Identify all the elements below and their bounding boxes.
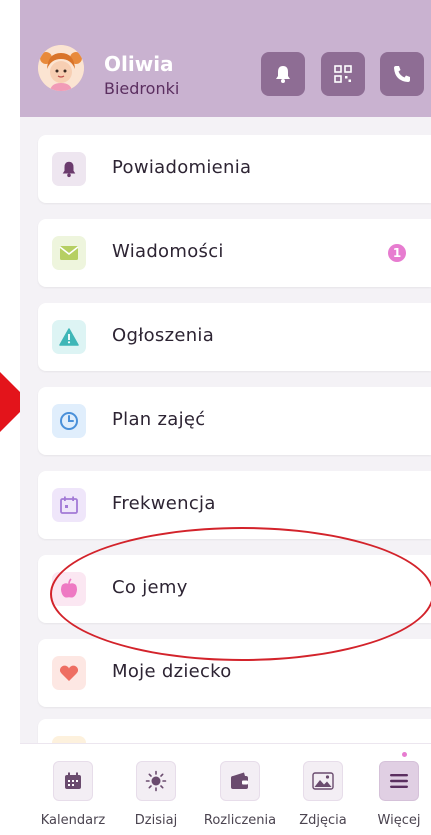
calendar-grid-icon	[65, 772, 81, 789]
image-icon	[312, 772, 334, 790]
tab-icon-wrap	[53, 761, 93, 801]
bell-icon	[276, 66, 290, 83]
menu-item-label: Powiadomienia	[112, 157, 252, 178]
tab-kalendarz[interactable]: Kalendarz	[38, 744, 118, 835]
menu-item-label: Moje dziecko	[112, 661, 232, 682]
tab-zdjecia[interactable]: Zdjęcia	[288, 744, 368, 835]
girl-avatar-icon	[38, 45, 84, 91]
menu-item-icon-wrap	[52, 320, 86, 354]
child-name: Oliwia	[104, 52, 174, 76]
app-screen: Oliwia Biedronki Powiadomienia Wiadomośc…	[20, 0, 431, 835]
tab-icon-wrap	[379, 761, 419, 801]
menu-item-icon-wrap	[52, 152, 86, 186]
menu-item-label: Wiadomości	[112, 241, 224, 262]
tab-icon-wrap	[303, 761, 343, 801]
avatar[interactable]	[38, 45, 84, 91]
menu-item-label: Ogłoszenia	[112, 325, 215, 346]
unread-badge: 1	[388, 244, 406, 262]
tab-label: Więcej	[377, 813, 421, 828]
phone-icon	[394, 66, 410, 82]
menu-item-wiadomosci[interactable]: Wiadomości 1	[38, 219, 431, 287]
phone-button[interactable]	[380, 52, 424, 96]
qr-code-icon	[334, 65, 352, 83]
sun-icon	[145, 770, 167, 792]
group-name: Biedronki	[104, 79, 180, 98]
menu-item-icon-wrap	[52, 488, 86, 522]
tab-label: Kalendarz	[40, 813, 106, 828]
tab-label: Dzisiaj	[134, 813, 178, 828]
bell-icon	[62, 161, 76, 178]
tab-dzisiaj[interactable]: Dzisiaj	[121, 744, 201, 835]
notifications-button[interactable]	[261, 52, 305, 96]
heart-icon	[59, 665, 79, 681]
qr-code-button[interactable]	[321, 52, 365, 96]
tab-icon-wrap	[220, 761, 260, 801]
header: Oliwia Biedronki	[20, 0, 431, 117]
red-ellipse-annotation	[50, 527, 431, 661]
tab-label: Rozliczenia	[203, 813, 277, 828]
menu-item-plan-zajec[interactable]: Plan zajęć	[38, 387, 431, 455]
tab-wiecej[interactable]: Więcej	[364, 744, 431, 835]
menu-item-icon-wrap	[52, 404, 86, 438]
menu-item-ogloszenia[interactable]: Ogłoszenia	[38, 303, 431, 371]
menu-item-icon-wrap	[52, 236, 86, 270]
clock-icon	[60, 412, 78, 430]
menu-item-label: Frekwencja	[112, 493, 216, 514]
tab-label: Zdjęcia	[299, 813, 347, 828]
menu-item-powiadomienia[interactable]: Powiadomienia	[38, 135, 431, 203]
wallet-icon	[231, 772, 248, 789]
calendar-icon	[60, 496, 78, 514]
warning-icon	[59, 328, 79, 346]
tab-icon-wrap	[136, 761, 176, 801]
tab-rozliczenia[interactable]: Rozliczenia	[204, 744, 285, 835]
menu-icon	[390, 774, 408, 788]
envelope-icon	[59, 246, 79, 260]
menu-item-label: Plan zajęć	[112, 409, 206, 430]
menu-item-icon-wrap	[52, 656, 86, 690]
bottom-tab-bar: Kalendarz Dzisiaj Rozliczenia Zdjęcia Wi…	[20, 743, 431, 835]
